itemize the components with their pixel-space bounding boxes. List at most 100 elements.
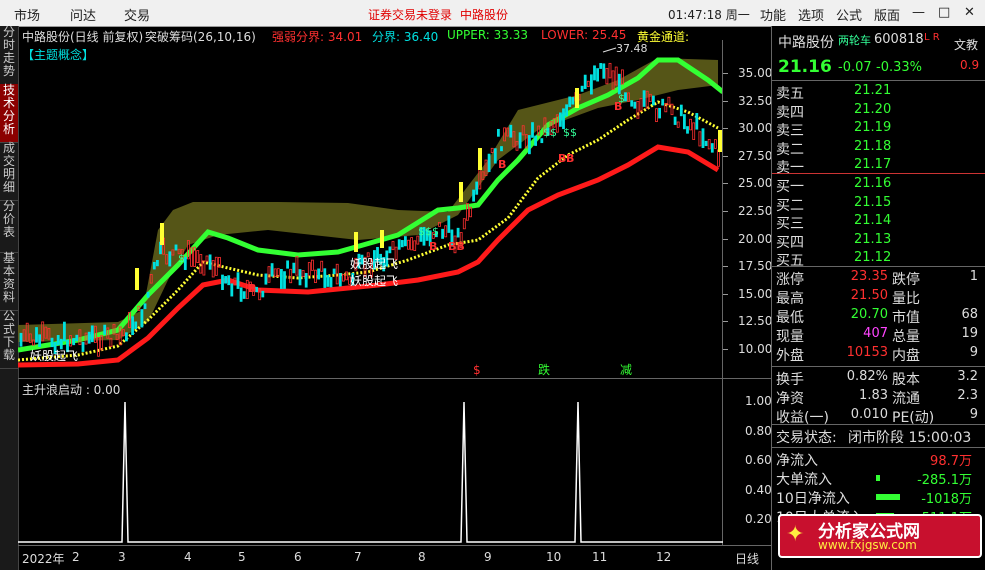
svg-text:B: B [498, 158, 506, 171]
x-tick: 9 [484, 550, 492, 564]
stat-value: 23.35 [850, 269, 888, 284]
candle [676, 121, 680, 128]
menu-ask[interactable]: 问达 [70, 5, 96, 24]
signal-bars [135, 88, 722, 290]
candle [50, 337, 54, 348]
stat-value: 20.70 [850, 307, 888, 322]
signal-fall: 跌 [538, 362, 550, 377]
stat-label: 内盘 [892, 348, 920, 364]
price-tick: 20.00 [738, 231, 773, 246]
candle [518, 132, 522, 149]
candle [289, 268, 293, 284]
watermark-url: www.fxjgsw.com [818, 538, 917, 552]
price-tick-mark [723, 321, 728, 323]
candle [692, 122, 696, 140]
sub-chart[interactable] [18, 392, 723, 544]
price-tick: 32.50 [738, 93, 773, 108]
tab-formula-download[interactable]: 公式下载 [0, 310, 18, 369]
stat-label: PE(动) [892, 410, 935, 426]
stat-value: 19 [961, 326, 978, 341]
candle [617, 73, 621, 95]
candle [295, 256, 299, 276]
candle [602, 63, 606, 79]
candle [493, 148, 497, 164]
candle [134, 321, 138, 329]
tab-price-table[interactable]: 分价表 [0, 200, 18, 253]
signal-reduce: 减 [620, 363, 632, 377]
stat-label: 流通 [892, 391, 920, 407]
x-tick: 12 [656, 550, 672, 564]
candle [397, 239, 401, 250]
candle [534, 135, 537, 146]
quote-code: 600818 [874, 32, 924, 47]
menu-market[interactable]: 市场 [14, 5, 40, 24]
bid-level-price: 21.15 [854, 194, 892, 210]
candle [667, 96, 671, 106]
candle [475, 181, 479, 195]
candle [59, 338, 63, 350]
sub-tick: 0.80 [745, 423, 772, 438]
stat-label: 净资 [776, 391, 804, 407]
price-tick: 27.50 [738, 148, 773, 163]
maximize-icon[interactable]: □ [938, 5, 950, 20]
candle [580, 85, 584, 92]
last-price: 21.16 [778, 57, 832, 77]
menu-formula[interactable]: 公式 [836, 5, 862, 24]
menu-trade[interactable]: 交易 [124, 5, 150, 24]
candle [264, 273, 268, 285]
candle [652, 95, 655, 106]
period-label[interactable]: 日线 [735, 550, 759, 567]
candle [320, 260, 324, 272]
flow-bar [876, 475, 880, 481]
price-tick-mark [723, 349, 728, 350]
ask-level-price: 21.19 [854, 120, 892, 135]
tab-intraday[interactable]: 分时走势 [0, 26, 18, 85]
flow-label: 净流入 [776, 453, 818, 469]
candle [298, 269, 302, 286]
candle [332, 268, 336, 275]
candle [19, 332, 23, 347]
candle [317, 268, 321, 280]
main-kline-chart[interactable]: B B BB B B B B $ $$$ $$ $$ $ 37.48 妖股起飞 … [18, 40, 723, 380]
candle [639, 98, 643, 112]
tab-basic-info[interactable]: 基本资料 [0, 252, 18, 311]
candle [400, 240, 404, 248]
price-tick: 30.00 [738, 121, 773, 136]
olive-band [18, 58, 718, 342]
price-tick: 17.50 [738, 259, 773, 274]
ask-level-label: 卖一 [776, 160, 804, 176]
candle [304, 273, 308, 288]
menu-layout[interactable]: 版面 [874, 5, 900, 24]
menu-function[interactable]: 功能 [760, 5, 786, 24]
candle [307, 262, 311, 276]
candle [279, 268, 283, 289]
login-notice[interactable]: 证券交易未登录 [368, 6, 452, 23]
price-change-pct: -0.33% [876, 60, 922, 75]
candle [314, 269, 317, 283]
minimize-icon[interactable]: — [912, 5, 925, 20]
svg-text:$: $ [178, 252, 185, 265]
demon-label-2: 妖股起飞 [350, 274, 398, 288]
doc-label[interactable]: 文教 [954, 36, 978, 53]
candle [208, 254, 212, 270]
tab-technical[interactable]: 技术分析 [0, 84, 18, 143]
candle [509, 124, 513, 138]
x-tick: 3 [118, 550, 126, 564]
candle [673, 116, 677, 125]
candle [155, 260, 159, 267]
menu-options[interactable]: 选项 [798, 5, 824, 24]
stat-value: 1 [969, 269, 978, 284]
x-tick: 8 [418, 550, 426, 564]
candle [490, 147, 494, 153]
tab-deals[interactable]: 成交明细 [0, 142, 18, 201]
price-tick-mark [723, 183, 728, 185]
close-icon[interactable]: ✕ [964, 5, 975, 20]
flow-value: -285.1万 [917, 473, 972, 488]
quote-sector-tag[interactable]: 两轮车 [838, 32, 871, 48]
stat-label: 最高 [776, 291, 804, 307]
price-tick: 25.00 [738, 176, 773, 191]
peak-label: 37.48 [616, 42, 648, 55]
candle [630, 100, 634, 107]
svg-text:$: $ [618, 92, 625, 105]
candle [658, 107, 661, 119]
